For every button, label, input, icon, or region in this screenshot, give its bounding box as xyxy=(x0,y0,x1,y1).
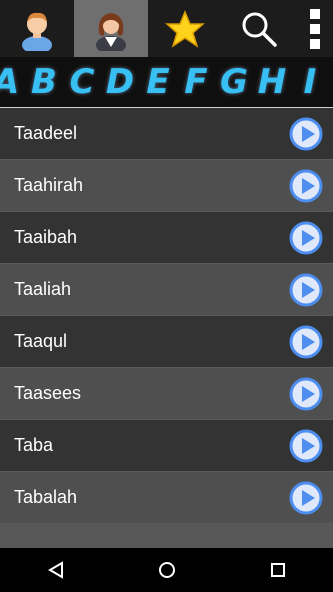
girl-avatar-icon xyxy=(96,12,126,51)
play-icon[interactable] xyxy=(289,481,323,515)
play-icon[interactable] xyxy=(289,117,323,151)
recents-icon xyxy=(270,563,285,577)
boy-avatar-icon xyxy=(22,12,52,51)
list-item[interactable]: Taaqul xyxy=(0,316,333,368)
list-item[interactable]: Taaliah xyxy=(0,264,333,316)
name-label: Taaqul xyxy=(14,331,68,351)
name-label: Taahirah xyxy=(14,175,84,195)
girl-names-tab[interactable] xyxy=(74,0,148,57)
system-nav-bar xyxy=(0,548,333,592)
name-label: Taaliah xyxy=(14,279,72,299)
overflow-menu-icon xyxy=(309,8,320,49)
top-toolbar xyxy=(0,0,333,57)
letter-i[interactable]: I xyxy=(291,57,329,107)
letter-g[interactable]: G xyxy=(215,57,253,107)
play-icon[interactable] xyxy=(289,169,323,203)
play-icon[interactable] xyxy=(289,221,323,255)
letter-a[interactable]: A xyxy=(0,57,25,107)
home-icon xyxy=(158,562,175,578)
letter-f[interactable]: F xyxy=(177,57,215,107)
names-list[interactable]: Taadeel Taahirah Taaibah Taaliah Taaqul … xyxy=(0,108,333,548)
play-icon[interactable] xyxy=(289,377,323,411)
recents-button[interactable] xyxy=(258,548,298,592)
play-icon[interactable] xyxy=(289,325,323,359)
play-icon[interactable] xyxy=(289,273,323,307)
name-label: Taba xyxy=(14,435,54,455)
list-item[interactable]: Taadeel xyxy=(0,108,333,160)
home-button[interactable] xyxy=(147,548,187,592)
alphabet-index-bar: ABCDEFGHI xyxy=(0,57,333,109)
boy-names-tab[interactable] xyxy=(0,0,74,57)
letter-c[interactable]: C xyxy=(63,57,101,107)
list-item[interactable]: Taasees xyxy=(0,368,333,420)
list-item[interactable]: Taba xyxy=(0,420,333,472)
search-tab[interactable] xyxy=(222,0,296,57)
play-icon[interactable] xyxy=(289,429,323,463)
letter-e[interactable]: E xyxy=(139,57,177,107)
list-item[interactable]: Taaibah xyxy=(0,212,333,264)
back-icon xyxy=(47,561,63,579)
name-label: Tabalah xyxy=(14,487,78,507)
letter-b[interactable]: B xyxy=(25,57,63,107)
name-label: Taaibah xyxy=(14,227,78,247)
list-item[interactable]: Tabalah xyxy=(0,472,333,524)
letter-d[interactable]: D xyxy=(101,57,139,107)
star-icon xyxy=(165,9,205,48)
letter-h[interactable]: H xyxy=(253,57,291,107)
name-label: Taadeel xyxy=(14,123,78,143)
overflow-menu-button[interactable] xyxy=(296,0,333,57)
search-icon xyxy=(242,12,277,47)
list-item[interactable]: Taahirah xyxy=(0,160,333,212)
back-button[interactable] xyxy=(36,548,76,592)
favorites-tab[interactable] xyxy=(148,0,222,57)
name-label: Taasees xyxy=(14,383,82,403)
